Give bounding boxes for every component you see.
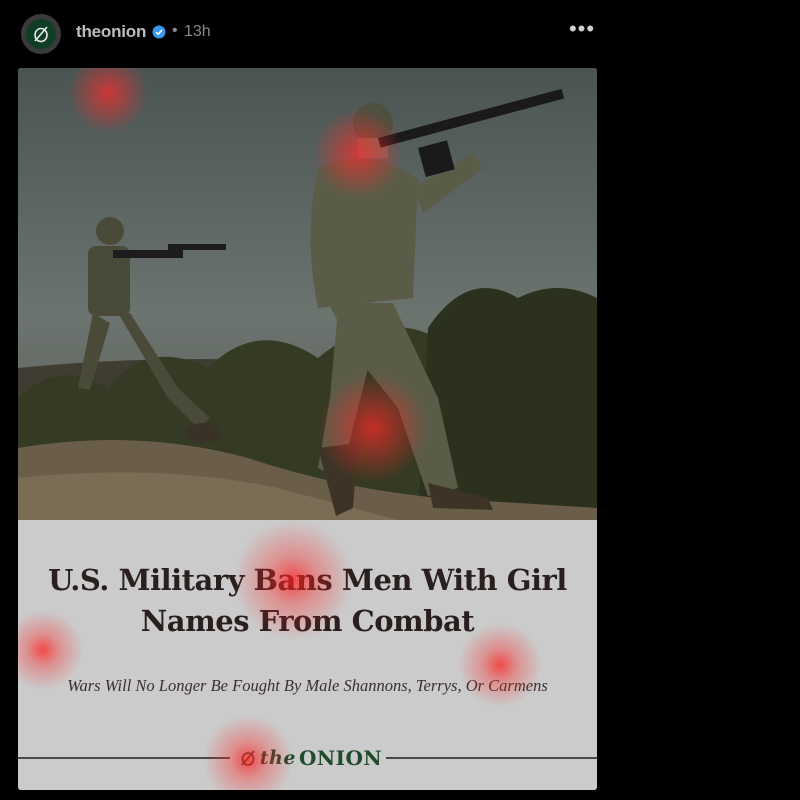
post-media[interactable]: U.S. Military Bans Men With Girl Names F… xyxy=(18,68,597,790)
soldiers-photo xyxy=(18,68,597,520)
onion-logo-icon xyxy=(26,19,56,49)
article-headline: U.S. Military Bans Men With Girl Names F… xyxy=(48,563,567,638)
post-header: theonion • 13h ••• xyxy=(0,0,800,66)
profile-avatar[interactable] xyxy=(21,14,61,54)
more-options-icon[interactable]: ••• xyxy=(566,18,598,44)
headline-card: U.S. Military Bans Men With Girl Names F… xyxy=(18,520,597,790)
post-timestamp: 13h xyxy=(184,23,211,40)
verified-badge-icon xyxy=(152,25,166,39)
logo-onion-text: ONION xyxy=(298,746,383,770)
onion-slash-icon xyxy=(241,750,255,766)
footer-divider-left xyxy=(18,757,230,759)
username-link[interactable]: theonion xyxy=(76,22,146,42)
the-onion-logo: the ONION xyxy=(238,744,383,772)
footer-divider-right xyxy=(386,757,597,759)
separator-dot: • xyxy=(172,22,178,39)
logo-the-text: the xyxy=(259,747,296,769)
article-subhead: Wars Will No Longer Be Fought By Male Sh… xyxy=(67,676,548,695)
